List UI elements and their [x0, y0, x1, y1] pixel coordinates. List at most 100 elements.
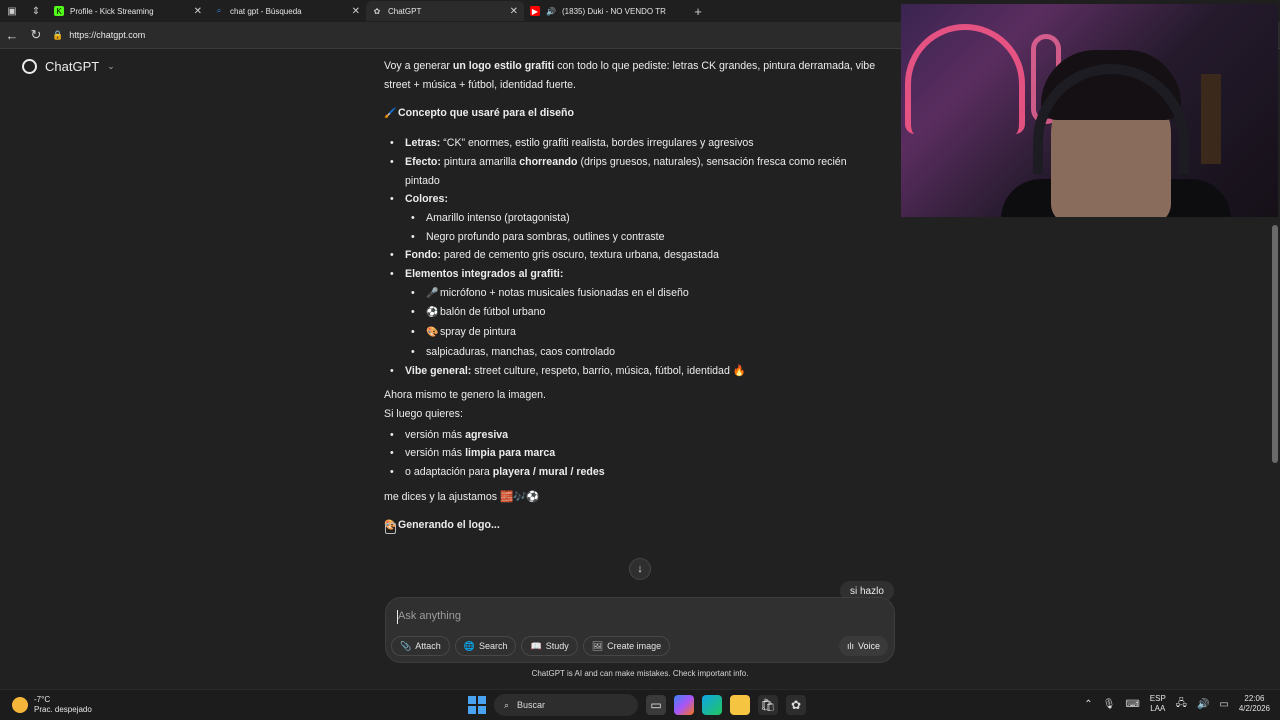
edge-icon[interactable] [702, 695, 722, 715]
battery-icon[interactable]: ▭ [1219, 699, 1228, 710]
composer-tools: 📎 Attach 🌐 Search 📖 Study 🖼 Create image [391, 636, 671, 656]
intro-paragraph: Voy a generar un logo estilo grafiti con… [384, 60, 876, 91]
webcam-overlay [901, 4, 1278, 217]
tab-title: chat gpt - Búsqueda [230, 6, 302, 16]
chatgpt-icon: ✿ [373, 6, 381, 16]
search-button[interactable]: 🌐 Search [454, 636, 517, 656]
paperclip-icon: 📎 [400, 640, 412, 651]
weather-icon [12, 697, 28, 713]
audio-playing-icon[interactable]: 🔊 [546, 6, 556, 16]
composer: Ask anything 📎 Attach 🌐 Search 📖 Study 🖼 Cre… [385, 597, 895, 663]
list-item: Vibe general: street culture, respeto, b… [390, 362, 884, 381]
taskbar: -7°C Prac. despejado ⌕ Buscar ▭ 🛍 ✿ ⌃ 🎙 … [0, 689, 1280, 720]
study-button[interactable]: 📖 Study [521, 636, 578, 656]
disclaimer: ChatGPT is AI and can make mistakes. Che… [531, 669, 749, 678]
start-icon[interactable] [468, 696, 486, 714]
list-item: versión más agresiva [390, 426, 884, 445]
weather-desc: Prac. despejado [34, 705, 92, 714]
scroll-down-button[interactable]: ↓ [629, 558, 651, 580]
tab-title: ChatGPT [388, 6, 422, 16]
clock[interactable]: 22:06 4/2/2026 [1239, 694, 1270, 714]
soccer-ball-icon: ⚽ [426, 307, 439, 319]
close-icon[interactable]: ✕ [352, 6, 360, 17]
model-selector[interactable]: ChatGPT ⌄ [22, 59, 115, 74]
tab-kick[interactable]: K Profile - Kick Streaming ✕ [48, 1, 208, 21]
paintbrush-icon: 🖌️ [384, 108, 397, 120]
chatgpt-app-icon[interactable]: ✿ [786, 695, 806, 715]
prompt-input[interactable]: Ask anything [398, 610, 461, 622]
copy-icon[interactable] [385, 523, 396, 534]
assistant-message: Voy a generar un logo estilo grafiti con… [384, 57, 884, 536]
list-item: Letras: “CK” enormes, estilo grafiti rea… [390, 134, 884, 153]
image-icon: 🖼 [591, 640, 604, 651]
task-view-icon[interactable]: ▭ [646, 695, 666, 715]
microphone-icon[interactable]: 🎙 [1103, 699, 1116, 710]
if-later-text: Si luego quieres: [384, 407, 463, 420]
attach-button[interactable]: 📎 Attach [391, 636, 450, 656]
system-tray: ⌃ 🎙 ⌨ ESP LAA 🖧 🔊 ▭ 22:06 4/2/2026 [1084, 694, 1270, 714]
chevron-up-icon[interactable]: ⌃ [1084, 699, 1092, 710]
waveform-icon: ılı [846, 641, 854, 651]
close-icon[interactable]: ✕ [194, 6, 202, 17]
temperature: -7°C [34, 695, 51, 704]
globe-icon: 🌐 [463, 640, 475, 651]
list-item: Negro profundo para sombras, outlines y … [411, 228, 884, 247]
list-item: Elementos integrados al grafiti: 🎤 micró… [390, 265, 884, 362]
url-field[interactable]: 🔒 https://chatgpt.com [52, 25, 145, 45]
taskbar-search[interactable]: ⌕ Buscar [494, 694, 638, 716]
tell-me-text: me dices y la ajustamos 🧱🎶⚽ [384, 490, 540, 503]
new-tab-icon[interactable]: + [686, 0, 710, 22]
store-icon[interactable]: 🛍 [758, 695, 778, 715]
youtube-icon: ▶ [530, 6, 540, 16]
network-icon[interactable]: 🖧 [1176, 696, 1187, 713]
microphone-icon: 🎤 [426, 287, 439, 299]
list-item: versión más limpia para marca [390, 444, 884, 463]
list-item: Colores: Amarillo intenso (protagonista)… [390, 190, 884, 246]
keyboard-icon[interactable]: ⌨ [1125, 699, 1139, 710]
list-item: salpicaduras, manchas, caos controlado [411, 343, 884, 362]
tab-search[interactable]: ⌕ chat gpt - Búsqueda ✕ [208, 1, 366, 21]
kick-icon: K [54, 6, 64, 16]
book-icon: 📖 [530, 640, 542, 651]
list-item: 🎤 micrófono + notas musicales fusionadas… [411, 284, 884, 304]
list-item: 🎨 spray de pintura [411, 323, 884, 343]
arrow-down-icon: ↓ [637, 563, 643, 575]
list-item: Amarillo intenso (protagonista) [411, 209, 884, 228]
tab-chatgpt[interactable]: ✿ ChatGPT ✕ [366, 1, 524, 21]
list-item: Efecto: pintura amarilla chorreando (dri… [390, 153, 884, 190]
neon-light [905, 24, 1025, 134]
volume-icon[interactable]: 🔊 [1197, 699, 1209, 710]
concept-list: Letras: “CK” enormes, estilo grafiti rea… [390, 134, 884, 380]
now-text: Ahora mismo te genero la imagen. [384, 389, 546, 402]
back-icon[interactable]: ← [0, 28, 24, 43]
refresh-icon[interactable]: ↻ [24, 27, 48, 43]
copilot-icon[interactable] [674, 695, 694, 715]
language-indicator[interactable]: ESP LAA [1150, 694, 1166, 714]
trophy-shelf [1201, 74, 1221, 164]
palette-icon: 🎨 [426, 327, 439, 339]
search-icon: ⌕ [504, 699, 510, 710]
weather-widget[interactable]: -7°C Prac. despejado [12, 695, 92, 715]
list-item: o adaptación para playera / mural / rede… [390, 463, 884, 482]
generating-status: 🎨 Generando el logo... [384, 516, 884, 536]
fire-icon: 🔥 [732, 364, 746, 377]
list-item: Fondo: pared de cemento gris oscuro, tex… [390, 246, 884, 265]
concept-heading: 🖌️ Concepto que usaré para el diseño [384, 104, 884, 124]
voice-button[interactable]: ılı Voice [838, 636, 888, 656]
site-info-icon[interactable]: 🔒 [52, 30, 63, 41]
file-explorer-icon[interactable] [730, 695, 750, 715]
tab-title: (1835) Duki - NO VENDO TR [562, 6, 666, 16]
chevron-down-icon: ⌄ [107, 61, 115, 71]
search-icon: ⌕ [216, 6, 222, 15]
taskbar-apps: ⌕ Buscar ▭ 🛍 ✿ [468, 694, 806, 716]
tab-actions-icon[interactable]: ▣ [0, 0, 24, 22]
list-item: ⚽ balón de fútbol urbano [411, 303, 884, 323]
emoji-group: 🧱🎶⚽ [500, 490, 540, 503]
url-text: https://chatgpt.com [69, 30, 146, 40]
vertical-tabs-icon[interactable]: ⇕ [24, 0, 48, 22]
create-image-button[interactable]: 🖼 Create image [582, 636, 671, 656]
scrollbar[interactable] [1272, 225, 1278, 463]
tab-youtube[interactable]: ▶ 🔊 (1835) Duki - NO VENDO TR [524, 1, 686, 21]
close-icon[interactable]: ✕ [510, 6, 518, 17]
options-list: versión más agresiva versión más limpia … [390, 426, 884, 482]
